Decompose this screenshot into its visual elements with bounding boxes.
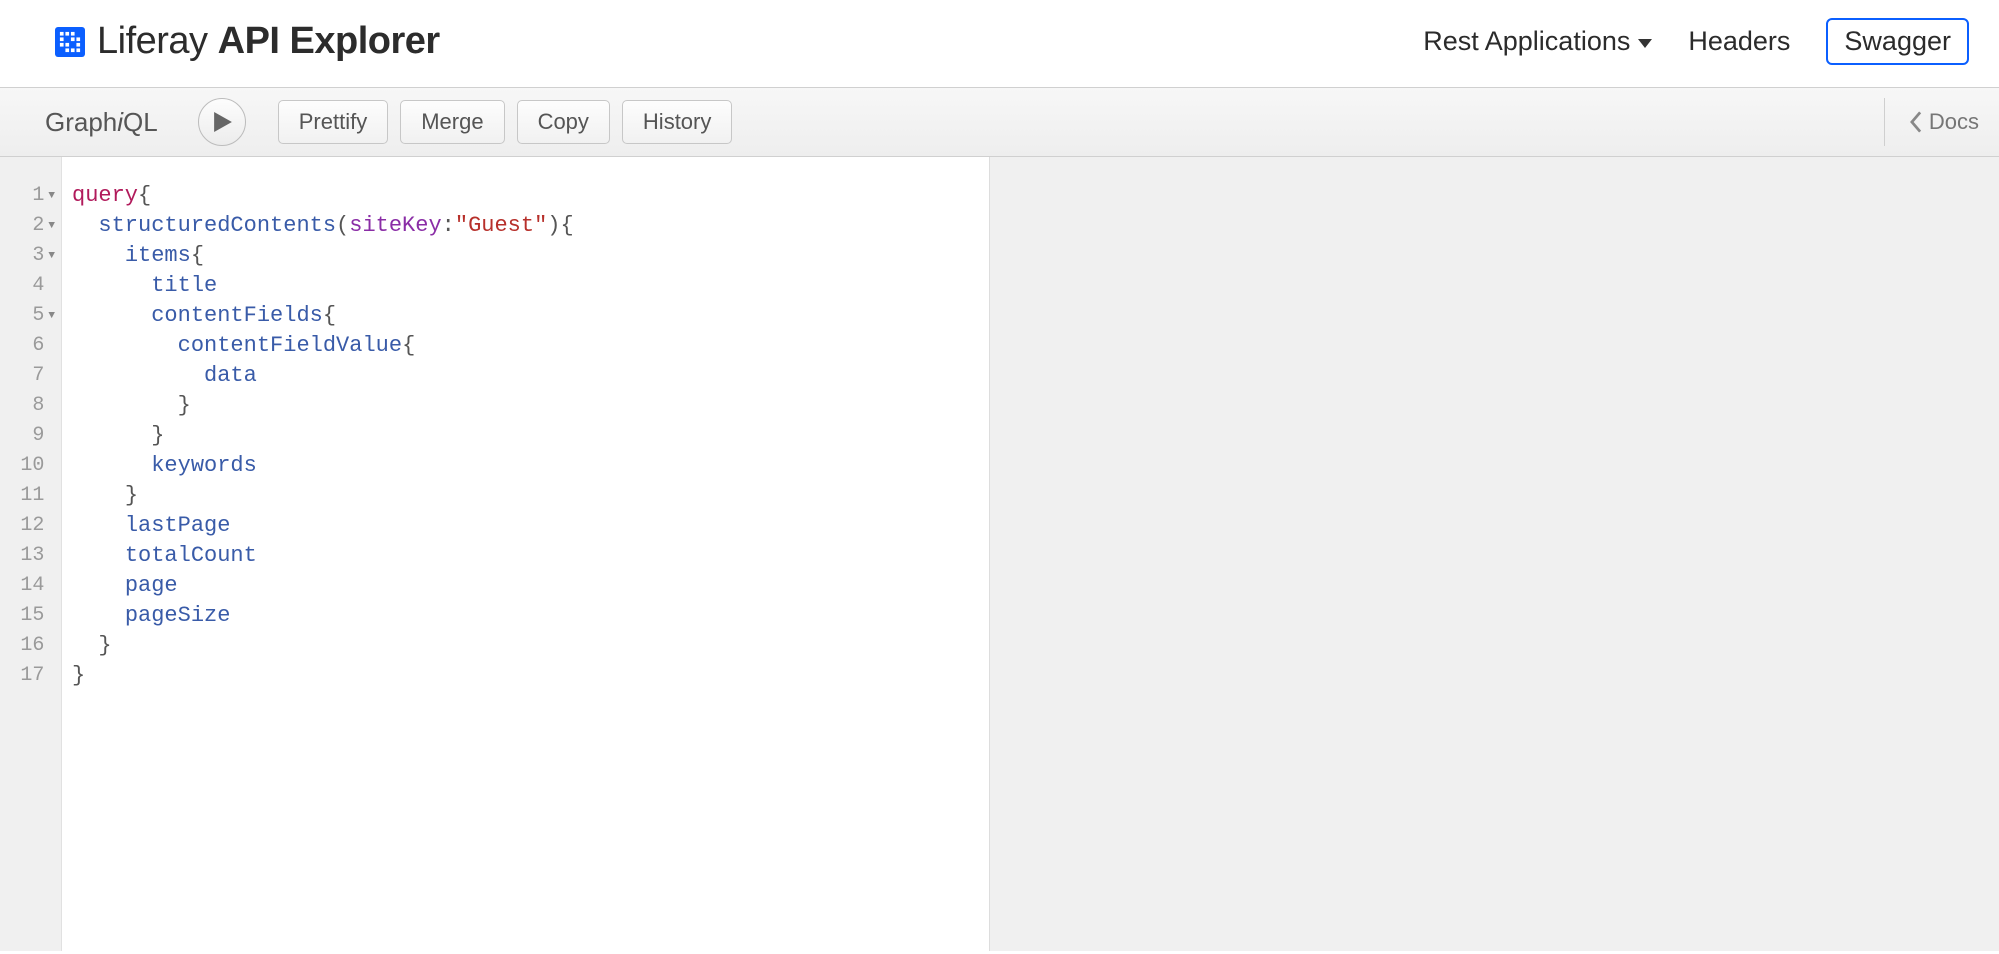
fold-icon[interactable]: ▼ [48, 181, 55, 211]
liferay-logo-icon [55, 27, 85, 57]
line-number: 9▼ [0, 421, 61, 451]
fold-icon[interactable]: ▼ [48, 211, 55, 241]
history-button[interactable]: History [622, 100, 732, 144]
line-gutter: 1▼ 2▼ 3▼ 4▼ 5▼ 6▼ 7▼ 8▼ 9▼ 10▼ 11▼ 12▼ 1… [0, 157, 62, 951]
line-number: 10▼ [0, 451, 61, 481]
line-number: 12▼ [0, 511, 61, 541]
line-number: 14▼ [0, 571, 61, 601]
line-number: 5▼ [0, 301, 61, 331]
brand-suffix: API Explorer [218, 20, 440, 62]
fold-icon[interactable]: ▼ [48, 301, 55, 331]
query-editor[interactable]: query{ structuredContents(siteKey:"Guest… [62, 157, 990, 951]
line-number: 3▼ [0, 241, 61, 271]
caret-down-icon [1638, 39, 1652, 48]
play-icon [214, 112, 232, 132]
line-number: 11▼ [0, 481, 61, 511]
line-number: 8▼ [0, 391, 61, 421]
headers-label: Headers [1688, 26, 1790, 57]
main-area: 1▼ 2▼ 3▼ 4▼ 5▼ 6▼ 7▼ 8▼ 9▼ 10▼ 11▼ 12▼ 1… [0, 157, 1999, 951]
rest-applications-label: Rest Applications [1423, 26, 1630, 57]
swagger-label: Swagger [1844, 26, 1951, 56]
line-number: 1▼ [0, 181, 61, 211]
brand-title: Liferay API Explorer [97, 20, 440, 63]
line-number: 13▼ [0, 541, 61, 571]
brand-prefix: Liferay [97, 20, 208, 62]
brand: Liferay API Explorer [55, 20, 440, 63]
copy-button[interactable]: Copy [517, 100, 610, 144]
line-number: 7▼ [0, 361, 61, 391]
line-number: 16▼ [0, 631, 61, 661]
line-number: 17▼ [0, 661, 61, 691]
swagger-button[interactable]: Swagger [1826, 18, 1969, 65]
execute-button[interactable] [198, 98, 246, 146]
docs-toggle[interactable]: Docs [1884, 98, 1979, 146]
line-number: 2▼ [0, 211, 61, 241]
line-number: 15▼ [0, 601, 61, 631]
headers-link[interactable]: Headers [1688, 26, 1790, 57]
header-nav: Rest Applications Headers Swagger [1423, 18, 1969, 65]
rest-applications-dropdown[interactable]: Rest Applications [1423, 26, 1652, 57]
fold-icon[interactable]: ▼ [48, 241, 55, 271]
merge-button[interactable]: Merge [400, 100, 504, 144]
graphiql-label: GraphiQL [45, 107, 158, 138]
docs-label: Docs [1929, 109, 1979, 135]
prettify-button[interactable]: Prettify [278, 100, 388, 144]
toolbar-buttons: Prettify Merge Copy History [278, 100, 733, 144]
graphiql-toolbar: GraphiQL Prettify Merge Copy History Doc… [0, 87, 1999, 157]
chevron-left-icon [1909, 111, 1923, 133]
line-number: 4▼ [0, 271, 61, 301]
results-pane [990, 157, 1999, 951]
line-number: 6▼ [0, 331, 61, 361]
app-header: Liferay API Explorer Rest Applications H… [0, 0, 1999, 87]
